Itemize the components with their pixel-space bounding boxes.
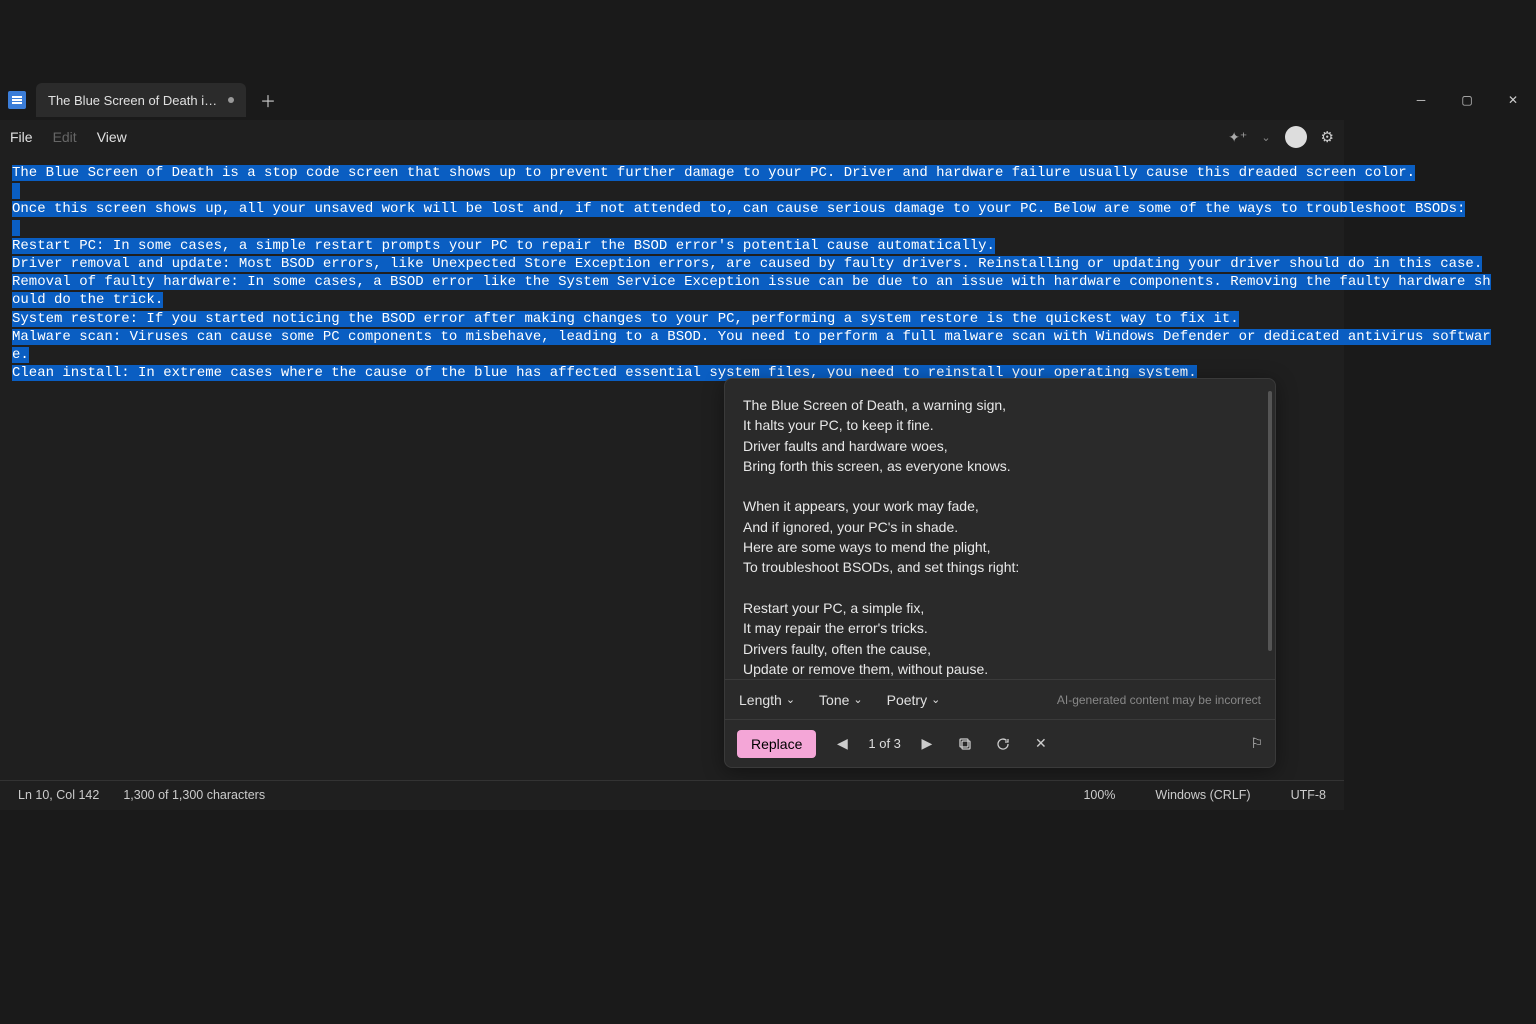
ai-suggestion-text: The Blue Screen of Death, a warning sign… bbox=[725, 379, 1275, 679]
chevron-down-icon: ⌄ bbox=[786, 693, 795, 706]
status-bar: Ln 10, Col 142 1,300 of 1,300 characters… bbox=[0, 780, 1344, 808]
tab-title: The Blue Screen of Death is a stop bbox=[48, 93, 218, 108]
zoom-level[interactable]: 100% bbox=[1083, 788, 1115, 802]
close-panel-button[interactable]: ✕ bbox=[1029, 735, 1053, 752]
ai-sparkle-icon[interactable]: ✦⁺ bbox=[1228, 129, 1247, 146]
menu-bar: File Edit View ✦⁺ ⌄ ⚙ bbox=[0, 120, 1344, 154]
ai-rewrite-panel: The Blue Screen of Death, a warning sign… bbox=[724, 378, 1276, 768]
regenerate-button[interactable] bbox=[991, 736, 1015, 752]
scrollbar[interactable] bbox=[1268, 391, 1272, 651]
ai-actions-row: Replace ◀ 1 of 3 ▶ ✕ ⚐ bbox=[725, 719, 1275, 767]
document-tab[interactable]: The Blue Screen of Death is a stop bbox=[36, 83, 246, 117]
menu-view[interactable]: View bbox=[97, 129, 127, 145]
pager-label: 1 of 3 bbox=[868, 736, 901, 751]
user-avatar[interactable] bbox=[1285, 126, 1307, 148]
report-button[interactable]: ⚐ bbox=[1250, 735, 1263, 752]
cursor-position[interactable]: Ln 10, Col 142 bbox=[18, 788, 99, 802]
new-tab-button[interactable]: ＋ bbox=[254, 86, 282, 114]
menu-edit[interactable]: Edit bbox=[53, 129, 77, 145]
encoding[interactable]: UTF-8 bbox=[1291, 788, 1326, 802]
format-dropdown[interactable]: Poetry⌄ bbox=[887, 692, 941, 708]
length-dropdown[interactable]: Length⌄ bbox=[739, 692, 795, 708]
document-icon bbox=[8, 91, 26, 109]
previous-button[interactable]: ◀ bbox=[830, 735, 854, 752]
chevron-down-icon: ⌄ bbox=[931, 693, 940, 706]
chevron-down-icon[interactable]: ⌄ bbox=[1261, 131, 1270, 144]
window-controls: ─ ▢ ✕ bbox=[1398, 80, 1536, 120]
next-button[interactable]: ▶ bbox=[915, 735, 939, 752]
ai-disclaimer: AI-generated content may be incorrect bbox=[1057, 693, 1261, 707]
selection-count[interactable]: 1,300 of 1,300 characters bbox=[123, 788, 265, 802]
text-editor[interactable]: The Blue Screen of Death is a stop code … bbox=[0, 154, 1344, 382]
maximize-button[interactable]: ▢ bbox=[1444, 80, 1490, 120]
settings-icon[interactable]: ⚙ bbox=[1321, 128, 1334, 146]
menu-file[interactable]: File bbox=[10, 129, 33, 145]
copy-button[interactable] bbox=[953, 736, 977, 752]
minimize-button[interactable]: ─ bbox=[1398, 80, 1444, 120]
tone-dropdown[interactable]: Tone⌄ bbox=[819, 692, 863, 708]
replace-button[interactable]: Replace bbox=[737, 730, 816, 758]
line-ending[interactable]: Windows (CRLF) bbox=[1155, 788, 1250, 802]
close-button[interactable]: ✕ bbox=[1490, 80, 1536, 120]
unsaved-indicator-icon bbox=[228, 97, 234, 103]
chevron-down-icon: ⌄ bbox=[853, 693, 862, 706]
ai-options-row: Length⌄ Tone⌄ Poetry⌄ AI-generated conte… bbox=[725, 679, 1275, 719]
tab-bar: The Blue Screen of Death is a stop ＋ bbox=[0, 80, 1344, 120]
